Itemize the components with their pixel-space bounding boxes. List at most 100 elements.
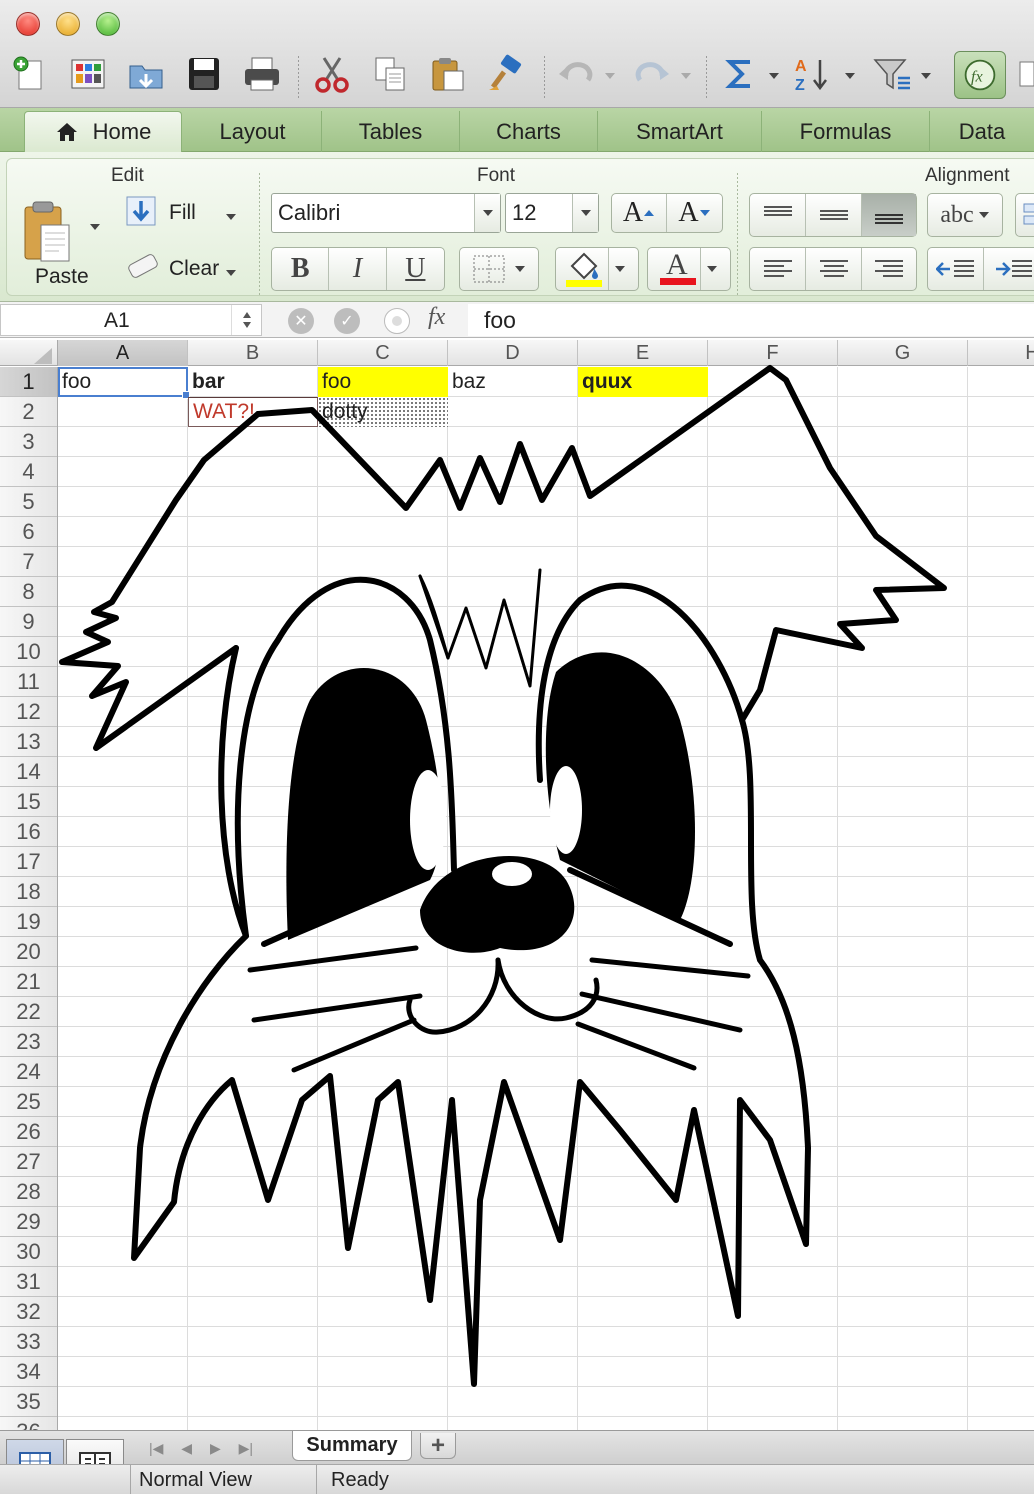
grow-font-button[interactable]: A [612,194,668,232]
align-top-button[interactable] [750,194,806,236]
new-workbook-icon[interactable] [8,52,52,96]
row-header-18[interactable]: 18 [0,877,57,907]
row-header-8[interactable]: 8 [0,577,57,607]
sort-dropdown-icon[interactable] [844,68,856,79]
up-down-arrows-icon[interactable] [231,305,261,335]
row-header-28[interactable]: 28 [0,1177,57,1207]
fill-dropdown-icon[interactable] [225,209,237,220]
row-header-2[interactable]: 2 [0,397,57,427]
paste-icon[interactable] [426,52,470,96]
row-header-22[interactable]: 22 [0,997,57,1027]
redo-icon[interactable] [630,52,674,96]
close-window-button[interactable] [16,12,40,36]
last-sheet-icon[interactable]: ▶| [239,1440,253,1457]
function-toggle-icon[interactable] [384,308,410,334]
row-header-1[interactable]: 1 [0,367,57,397]
row-header-10[interactable]: 10 [0,637,57,667]
zoom-window-button[interactable] [96,12,120,36]
increase-indent-button[interactable] [984,248,1034,290]
formula-builder-icon[interactable]: fx [954,51,1006,99]
tab-home[interactable]: Home [24,111,182,152]
filter-dropdown-icon[interactable] [920,68,932,79]
cell-b1[interactable]: bar [188,367,318,397]
row-header-13[interactable]: 13 [0,727,57,757]
row-header-15[interactable]: 15 [0,787,57,817]
select-all-corner[interactable] [0,340,58,366]
font-name-select[interactable]: Calibri [271,193,501,233]
row-header-7[interactable]: 7 [0,547,57,577]
confirm-entry-icon[interactable]: ✓ [334,308,360,334]
column-header-c[interactable]: C [318,340,448,366]
copy-icon[interactable] [368,52,412,96]
column-header-b[interactable]: B [188,340,318,366]
decrease-indent-button[interactable] [928,248,984,290]
font-color-button[interactable]: A [647,247,731,291]
row-header-9[interactable]: 9 [0,607,57,637]
row-header-12[interactable]: 12 [0,697,57,727]
row-header-14[interactable]: 14 [0,757,57,787]
row-header-6[interactable]: 6 [0,517,57,547]
row-header-3[interactable]: 3 [0,427,57,457]
tab-formulas[interactable]: Formulas [762,111,930,152]
row-header-30[interactable]: 30 [0,1237,57,1267]
paste-big-button[interactable] [19,199,79,269]
row-header-36[interactable]: 36 [0,1417,57,1431]
undo-icon[interactable] [554,52,598,96]
align-right-button[interactable] [862,248,916,290]
insert-function-button[interactable]: fx [428,304,445,331]
format-painter-icon[interactable] [484,52,528,96]
row-header-16[interactable]: 16 [0,817,57,847]
tab-smartart[interactable]: SmartArt [598,111,762,152]
redo-dropdown-icon[interactable] [680,68,692,79]
tab-tables[interactable]: Tables [322,111,460,152]
row-header-21[interactable]: 21 [0,967,57,997]
row-header-25[interactable]: 25 [0,1087,57,1117]
fill-down-icon[interactable] [125,195,157,227]
cell-a1[interactable]: foo [58,367,188,397]
row-header-4[interactable]: 4 [0,457,57,487]
orientation-button[interactable] [1015,193,1034,237]
align-bottom-button[interactable] [862,194,916,236]
underline-button[interactable]: U [387,248,444,290]
clear-dropdown-icon[interactable] [225,265,237,276]
clear-label[interactable]: Clear [169,257,219,281]
row-header-20[interactable]: 20 [0,937,57,967]
print-icon[interactable] [240,52,284,96]
column-header-e[interactable]: E [578,340,708,366]
name-box[interactable]: A1 [0,304,262,336]
undo-dropdown-icon[interactable] [604,68,616,79]
cut-icon[interactable] [310,52,354,96]
sheet-tab-summary[interactable]: Summary [292,1431,412,1461]
first-sheet-icon[interactable]: |◀ [149,1440,163,1457]
save-icon[interactable] [182,52,226,96]
row-header-26[interactable]: 26 [0,1117,57,1147]
row-header-24[interactable]: 24 [0,1057,57,1087]
align-left-button[interactable] [750,248,806,290]
row-header-17[interactable]: 17 [0,847,57,877]
eraser-icon[interactable] [123,251,161,285]
row-header-5[interactable]: 5 [0,487,57,517]
bold-button[interactable]: B [272,248,330,290]
column-header-a[interactable]: A [58,340,188,366]
next-sheet-icon[interactable]: ▶ [210,1440,221,1457]
autosum-icon[interactable] [718,52,762,96]
row-header-35[interactable]: 35 [0,1387,57,1417]
row-header-27[interactable]: 27 [0,1147,57,1177]
fill-color-button[interactable] [555,247,639,291]
more-toolbar-icon[interactable] [1014,52,1034,96]
formula-input[interactable]: foo [468,304,1034,336]
templates-icon[interactable] [66,52,110,96]
row-header-32[interactable]: 32 [0,1297,57,1327]
borders-button[interactable] [459,247,539,291]
row-header-31[interactable]: 31 [0,1267,57,1297]
row-header-34[interactable]: 34 [0,1357,57,1387]
row-header-19[interactable]: 19 [0,907,57,937]
column-header-d[interactable]: D [448,340,578,366]
row-header-33[interactable]: 33 [0,1327,57,1357]
filter-icon[interactable] [870,52,914,96]
tab-charts[interactable]: Charts [460,111,598,152]
align-center-button[interactable] [806,248,862,290]
open-icon[interactable] [124,52,168,96]
prev-sheet-icon[interactable]: ◀ [181,1440,192,1457]
italic-button[interactable]: I [329,248,387,290]
